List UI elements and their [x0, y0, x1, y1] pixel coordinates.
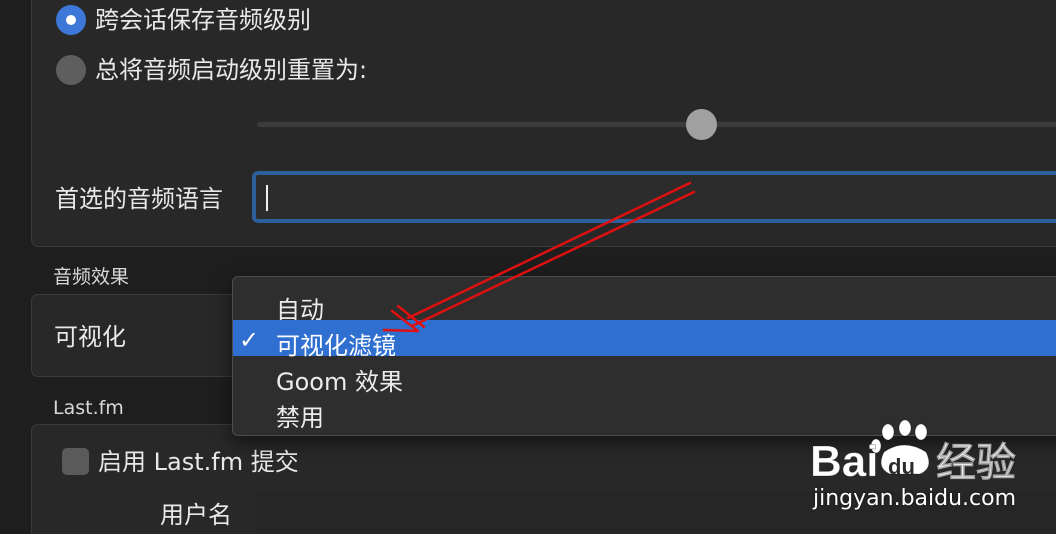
menu-item-label: 禁用 — [276, 404, 324, 432]
watermark-url: jingyan.baidu.com — [813, 486, 1017, 511]
enable-lastfm-checkbox[interactable] — [62, 448, 89, 475]
menu-item-visualization-filter[interactable]: ✓ 可视化滤镜 — [233, 320, 1056, 360]
username-label: 用户名 — [160, 501, 232, 529]
enable-lastfm-label: 启用 Last.fm 提交 — [98, 448, 299, 476]
reset-level-label: 总将音频启动级别重置为: — [95, 56, 368, 84]
startup-level-slider[interactable] — [257, 122, 1056, 127]
visualization-label: 可视化 — [54, 323, 126, 351]
persist-level-label: 跨会话保存音频级别 — [95, 6, 311, 34]
svg-text:经验: 经验 — [936, 440, 1016, 484]
menu-item-goom[interactable]: Goom 效果 — [233, 356, 1056, 396]
menu-item-auto[interactable]: 自动 — [233, 284, 1056, 324]
preferred-language-input[interactable] — [252, 171, 1056, 223]
text-caret — [266, 185, 268, 211]
baidu-logo-icon: Bai du 经验 — [810, 419, 1016, 484]
preferred-language-label: 首选的音频语言 — [55, 185, 223, 213]
svg-text:Bai: Bai — [810, 437, 878, 484]
audio-effects-title: 音频效果 — [53, 266, 130, 288]
baidu-jingyan-watermark: Bai du 经验 jingyan.baidu.com — [808, 418, 1048, 518]
persist-level-radio[interactable] — [56, 5, 86, 35]
preferences-window: 跨会话保存音频级别 总将音频启动级别重置为: 首选的音频语言 音频效果 可视化 … — [0, 0, 1056, 534]
slider-knob[interactable] — [686, 109, 717, 140]
visualization-dropdown-menu: 自动 ✓ 可视化滤镜 Goom 效果 禁用 — [232, 276, 1056, 436]
checkmark-icon: ✓ — [239, 326, 260, 354]
lastfm-title: Last.fm — [53, 397, 124, 419]
svg-text:du: du — [888, 454, 915, 479]
reset-level-radio[interactable] — [56, 55, 86, 85]
